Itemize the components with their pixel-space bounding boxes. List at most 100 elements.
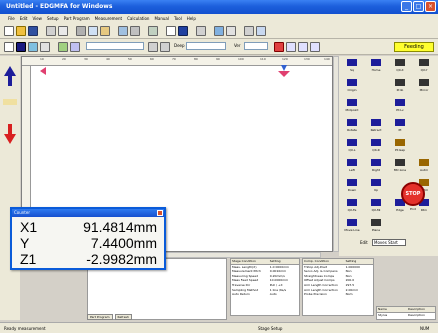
panel-button[interactable]: Autm [413, 158, 435, 175]
menu-part-program[interactable]: Part Program [64, 14, 90, 23]
layout-icon[interactable] [58, 42, 68, 52]
close-icon[interactable] [157, 210, 163, 216]
bottom-tabs: Part Program Refresh [87, 314, 132, 320]
window-icon[interactable] [214, 26, 224, 36]
toolbar-measure: Deep Ver Feeding [0, 39, 438, 55]
save-icon[interactable] [28, 26, 38, 36]
panel-button[interactable] [413, 98, 435, 115]
display-icon[interactable] [130, 26, 140, 36]
panel-button[interactable]: Midpoint [341, 98, 363, 115]
counter-row-x: X1 91.4814mm [12, 219, 164, 235]
panel-button[interactable]: Plane [365, 218, 387, 235]
panel-button[interactable]: Origin [341, 78, 363, 95]
table-row[interactable]: Probe Precision Nom [303, 292, 373, 297]
paste-icon[interactable] [100, 26, 110, 36]
cascade-icon[interactable] [256, 26, 266, 36]
panel-button-label: QX-Y [420, 68, 428, 72]
counter-title[interactable]: Counter [12, 209, 164, 217]
panel-button[interactable]: QX-Mi [365, 198, 387, 215]
panel-button[interactable]: Up [365, 178, 387, 195]
panel-button[interactable]: Prob [389, 78, 411, 95]
menu-tool[interactable]: Tool [174, 14, 182, 23]
panel-button[interactable]: Pt:Gap [389, 138, 411, 155]
panel-button[interactable]: QX-R [365, 138, 387, 155]
edit-icon[interactable] [4, 42, 14, 52]
camera-icon[interactable] [70, 42, 80, 52]
measure-icon[interactable] [118, 26, 128, 36]
panel-button[interactable] [413, 138, 435, 155]
table-row[interactable]: Auto Return Auto [231, 292, 299, 297]
menu-calculation[interactable]: Calculation [127, 14, 149, 23]
stage-condition-grid[interactable]: Stage Condition Setting Meas. Length(X) 1… [230, 258, 300, 316]
panel-button[interactable]: Left [341, 158, 363, 175]
tab-part-program[interactable]: Part Program [87, 314, 113, 320]
menu-setup[interactable]: Setup [47, 14, 59, 23]
copy-icon[interactable] [88, 26, 98, 36]
zoom-out-icon[interactable] [298, 42, 308, 52]
panel-button[interactable]: Retract [365, 118, 387, 135]
end-marker-icon[interactable] [281, 65, 287, 71]
counter-window[interactable]: Counter X1 91.4814mm Y 7.4400mm Z1 -2.99… [10, 207, 166, 270]
jog-up-icon[interactable] [4, 66, 16, 86]
panel-button[interactable]: Move:Line [341, 218, 363, 235]
table-icon[interactable] [40, 42, 50, 52]
stop-button[interactable]: STOP [401, 182, 425, 206]
zoom-in-icon[interactable] [286, 42, 296, 52]
minimize-button[interactable]: _ [401, 1, 412, 12]
panel-button[interactable]: Right [365, 158, 387, 175]
program-select[interactable] [86, 42, 144, 50]
panel-button[interactable]: QX-X [389, 58, 411, 75]
print-preview-icon[interactable] [58, 26, 68, 36]
start-marker-icon[interactable] [40, 67, 46, 75]
align-icon[interactable] [148, 42, 158, 52]
jog-arrows [3, 66, 17, 144]
panel-button[interactable] [413, 118, 435, 135]
bold-icon[interactable] [16, 42, 26, 52]
panel-button[interactable] [365, 78, 387, 95]
cut-icon[interactable] [76, 26, 86, 36]
zoom-fit-icon[interactable] [310, 42, 320, 52]
panel-button[interactable]: Mirror [413, 78, 435, 95]
ver-select[interactable] [244, 42, 268, 50]
new-file-icon[interactable] [4, 26, 14, 36]
panel-button[interactable]: Pt:Lv [389, 98, 411, 115]
panel-button[interactable]: QX-Y [413, 58, 435, 75]
panel-button[interactable]: QX-L [341, 138, 363, 155]
jog-down-icon[interactable] [4, 124, 16, 144]
compensation-grid[interactable]: Comp. Condition Setting T.Stop Adj.Posit… [302, 258, 374, 316]
panel-button[interactable] [365, 98, 387, 115]
menu-file[interactable]: File [8, 14, 15, 23]
tab-refresh[interactable]: Refresh [114, 314, 132, 320]
panel-button[interactable]: QX-Fe [341, 198, 363, 215]
graph-icon[interactable] [148, 26, 158, 36]
tool-icon[interactable] [226, 26, 236, 36]
chart-icon[interactable] [28, 42, 38, 52]
stylus-grid[interactable]: Name Description Stylus Description [376, 306, 436, 320]
table-row[interactable]: Stylus Description [377, 313, 435, 318]
print-icon[interactable] [46, 26, 56, 36]
menu-manual[interactable]: Manual [154, 14, 169, 23]
maximize-button[interactable]: □ [413, 1, 424, 12]
axis-label: Y [20, 235, 30, 251]
menu-measurement[interactable]: Measurement [95, 14, 122, 23]
deep-select[interactable] [186, 42, 226, 50]
cursor-icon[interactable] [178, 26, 188, 36]
panel-button[interactable]: Home [365, 58, 387, 75]
pattern-icon[interactable] [160, 42, 170, 52]
open-folder-icon[interactable] [16, 26, 26, 36]
panel-button[interactable]: Down [341, 178, 363, 195]
menu-edit[interactable]: Edit [20, 14, 28, 23]
panel-button[interactable]: Mtr:Line [389, 158, 411, 175]
tile-icon[interactable] [244, 26, 254, 36]
menu-view[interactable]: View [32, 14, 42, 23]
panel-button[interactable]: Sq [341, 58, 363, 75]
help-icon[interactable] [166, 26, 176, 36]
menu-help[interactable]: Help [187, 14, 196, 23]
panel-button[interactable]: Pt [389, 118, 411, 135]
feeding-status-button[interactable]: Feeding [394, 42, 434, 52]
record-icon[interactable] [274, 42, 284, 52]
settings-icon[interactable] [196, 26, 206, 36]
panel-button[interactable]: Rotate [341, 118, 363, 135]
close-button[interactable]: × [425, 1, 436, 12]
moves-start-button[interactable]: Moves Start [372, 239, 406, 246]
